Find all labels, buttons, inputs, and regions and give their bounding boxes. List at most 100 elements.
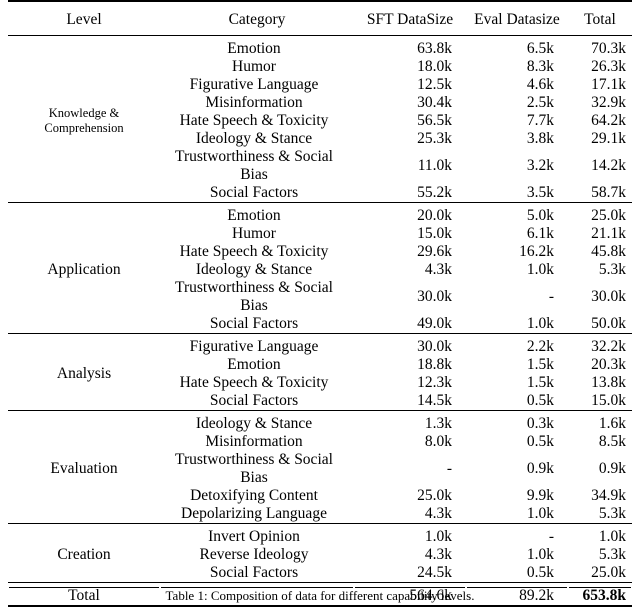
eval-datasize-cell: 16.2k [519, 243, 554, 260]
sft-datasize-cell: 4.3k [424, 505, 452, 522]
total-cell: 5.3k [598, 546, 626, 563]
level-label: Evaluation [8, 415, 160, 524]
sft-datasize-cell: 12.3k [417, 374, 452, 391]
sft-datasize-cell: 15.0k [417, 225, 452, 242]
level-label: Analysis [8, 338, 160, 411]
sft-datasize-cell: 30.0k [417, 288, 452, 305]
eval-datasize-cell: - [548, 288, 554, 305]
table-row: Creation Invert Opinion 1.0k -1.0k [8, 528, 632, 563]
category-cell: Trustworthiness & Social Bias [175, 451, 333, 486]
sft-datasize-cell: 55.2k [417, 184, 452, 201]
data-table: Level Category SFT DataSize Eval Datasize To… [8, 0, 632, 610]
category-cell: Emotion [227, 207, 281, 224]
rule-cell [8, 605, 160, 610]
category-cell: Hate Speech & Toxicity [179, 112, 329, 129]
category-cell: Detoxifying Content [190, 487, 318, 504]
table-row: Knowledge & Comprehension Emotion 63.8k 6.5k… [8, 40, 632, 135]
total-cell: 32.2k [591, 338, 626, 355]
category-cell: Ideology & Stance [195, 415, 313, 432]
figure-caption: Table 1: Composition of data for differe… [165, 588, 475, 603]
total-cell: 15.0k [591, 392, 626, 409]
sft-datasize-cell: - [446, 460, 452, 477]
category-cell: Figurative Language [189, 76, 319, 93]
eval-datasize-cell: 0.3k [526, 415, 554, 432]
eval-datasize-cell: 0.5k [526, 433, 554, 450]
total-cell: 26.3k [591, 58, 626, 75]
sft-datasize-cell: 4.3k [424, 261, 452, 278]
eval-datasize-cell: 3.2k [526, 157, 554, 174]
eval-datasize-cell: 9.9k [526, 487, 554, 504]
level-label-line: Knowledge & [48, 106, 120, 120]
eval-datasize-cell: 4.6k [526, 76, 554, 93]
category-cell: Depolarizing Language [181, 505, 327, 522]
level-label-line: Analysis [56, 365, 112, 382]
total-cell: 1.0k [598, 528, 626, 545]
level-label-line: Comprehension [44, 121, 124, 135]
sft-datasize-cell: 18.8k [417, 356, 452, 373]
sft-datasize-cell: 1.3k [424, 415, 452, 432]
total-cell: 20.3k [591, 356, 626, 373]
category-cell: Social Factors [209, 564, 299, 581]
category-cell: Social Factors [209, 392, 299, 409]
category-cell: Misinformation [205, 433, 303, 450]
sft-datasize-cell: 1.0k [424, 528, 452, 545]
category-cell: Humor [232, 225, 276, 242]
sft-datasize-cell: 12.5k [417, 76, 452, 93]
sft-datasize-cell: 25.0k [417, 487, 452, 504]
total-cell: 14.2k [591, 157, 626, 174]
sft-datasize-cell: 56.5k [417, 112, 452, 129]
sft-datasize-cell: 14.5k [417, 392, 452, 409]
eval-datasize-cell: 1.0k [526, 505, 554, 522]
rule-cell [354, 605, 466, 610]
rule-cell [466, 605, 568, 610]
category-cell: Hate Speech & Toxicity [179, 243, 329, 260]
level-label: Application [8, 207, 160, 334]
column-header-category: Category [228, 11, 286, 28]
sft-datasize-cell: 8.0k [424, 433, 452, 450]
sft-datasize-cell: 63.8k [417, 40, 452, 57]
sft-datasize-cell: 30.4k [417, 94, 452, 111]
category-cell: Ideology & Stance [195, 130, 313, 147]
sft-datasize-cell: 25.3k [417, 130, 452, 147]
level-label: Knowledge & Comprehension [8, 40, 160, 203]
eval-datasize-cell: - [548, 528, 554, 545]
level-label-line: Creation [57, 546, 111, 563]
total-cell: 70.3k [591, 40, 626, 57]
total-cell: 8.5k [598, 433, 626, 450]
category-cell: Reverse Ideology [199, 546, 309, 563]
eval-datasize-cell: 6.1k [526, 225, 554, 242]
total-cell: 13.8k [591, 374, 626, 391]
category-cell: Social Factors [209, 184, 299, 201]
category-cell: Social Factors [209, 315, 299, 332]
column-header-sft-datasize: SFT DataSize [366, 11, 454, 28]
table-figure: Level Category SFT DataSize Eval Datasize To… [0, 0, 640, 610]
total-cell: 5.3k [598, 261, 626, 278]
eval-datasize-cell: 8.3k [526, 58, 554, 75]
eval-datasize-cell: 3.5k [526, 184, 554, 201]
total-cell: 1.6k [598, 415, 626, 432]
table-row: Evaluation Ideology & Stance 1.3k 0.3k 1.6k [8, 415, 632, 477]
category-cell: Emotion [227, 40, 281, 57]
category-cell: Misinformation [205, 94, 303, 111]
sft-datasize-cell: 18.0k [417, 58, 452, 75]
eval-datasize-cell: 1.0k [526, 315, 554, 332]
level-label-line: Application [47, 261, 121, 278]
category-cell: Hate Speech & Toxicity [179, 374, 329, 391]
eval-datasize-cell: 1.5k [526, 374, 554, 391]
eval-datasize-cell: 0.5k [526, 564, 554, 581]
column-header-level: Level [66, 11, 102, 28]
eval-datasize-cell: 1.0k [526, 261, 554, 278]
category-cell: Ideology & Stance [195, 261, 313, 278]
sft-datasize-cell: 20.0k [417, 207, 452, 224]
rule-cell [568, 605, 632, 610]
total-cell: 17.1k [591, 76, 626, 93]
eval-datasize-cell: 1.0k [526, 546, 554, 563]
sft-datasize-cell: 30.0k [417, 338, 452, 355]
sft-datasize-cell: 24.5k [417, 564, 452, 581]
total-cell: 32.9k [591, 94, 626, 111]
total-cell: 0.9k [598, 460, 626, 477]
column-header-total: Total [584, 11, 616, 28]
total-cell: 45.8k [591, 243, 626, 260]
total-cell: 30.0k [591, 288, 626, 305]
total-cell: 29.1k [591, 130, 626, 147]
